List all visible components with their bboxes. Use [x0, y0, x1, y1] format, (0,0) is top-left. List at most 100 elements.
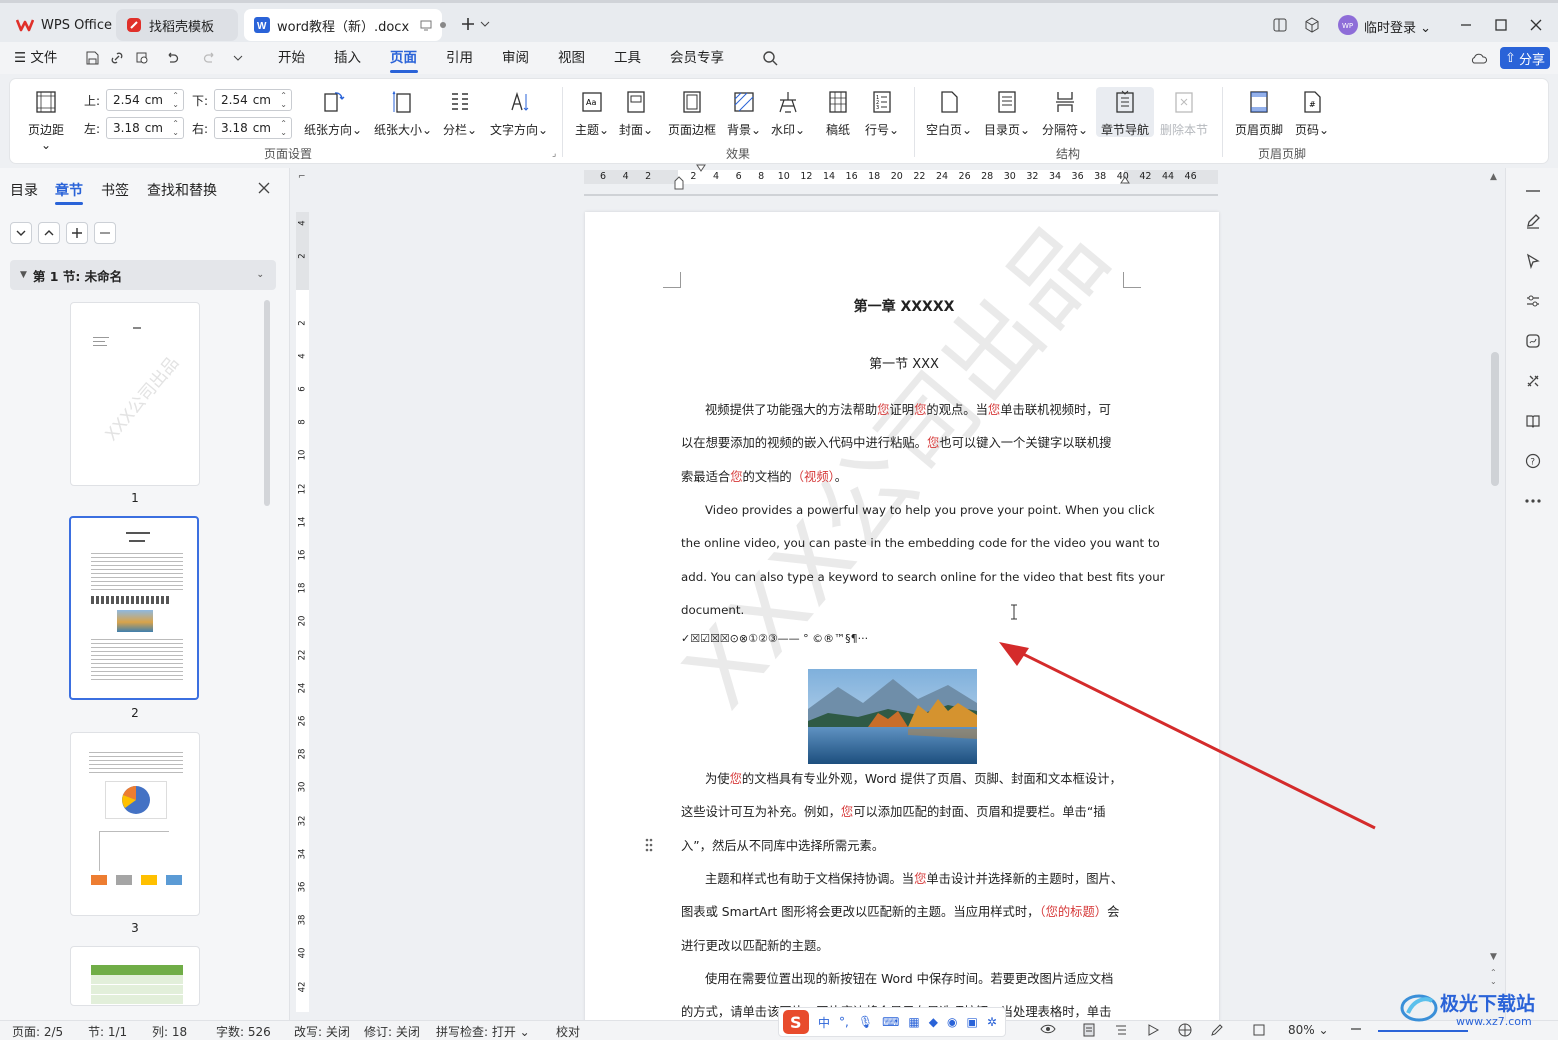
margin-right-field[interactable]: 右: 3.18 cm ⌃ ⌄ [192, 117, 292, 139]
margins-button[interactable]: 页边距 ⌄ [22, 89, 70, 152]
cloud-icon[interactable] [1467, 46, 1491, 70]
toc-page-button[interactable]: 目录页⌄ [980, 89, 1034, 138]
cube-icon[interactable] [1300, 13, 1324, 37]
more-icon[interactable] [1520, 488, 1546, 514]
ruler-corner[interactable]: ⌐ [298, 172, 306, 182]
menu-tools[interactable]: 工具 [614, 42, 641, 74]
paper-size-button[interactable]: 纸张大小⌄ [372, 89, 434, 138]
chevron-down-icon[interactable]: ⌄ [256, 270, 264, 280]
search-icon[interactable] [758, 46, 782, 70]
page-view-icon[interactable] [1082, 1023, 1096, 1037]
save-icon[interactable] [80, 46, 104, 70]
separator-button[interactable]: 分隔符⌄ [1038, 89, 1092, 138]
microphone-icon[interactable]: 🎙︎ [858, 1015, 873, 1029]
move-down-button[interactable] [10, 222, 32, 244]
header-footer-button[interactable]: 页眉页脚 [1232, 89, 1286, 138]
background-button[interactable]: 背景⌄ [724, 89, 764, 138]
menu-insert[interactable]: 插入 [334, 42, 361, 74]
handwriting-icon[interactable] [1520, 328, 1546, 354]
zoom-level[interactable]: 80% ⌄ [1288, 1023, 1329, 1037]
ime-tools-icon[interactable]: ✲ [987, 1015, 997, 1029]
menu-reference[interactable]: 引用 [446, 42, 473, 74]
ime-punctuation-icon[interactable]: °, [839, 1015, 849, 1029]
section-heading[interactable]: 第一节 XXX [681, 353, 1127, 372]
symbols-line[interactable]: ✓☒☑☒☒⊙⊗①②③—— ° ©®™§¶··· [681, 632, 868, 645]
collapse-icon[interactable] [1520, 178, 1546, 204]
tab-wps-office[interactable]: WPS Office [6, 9, 112, 41]
scroll-up-icon[interactable]: ▲ [1490, 172, 1497, 182]
tab-list-chevron-icon[interactable] [478, 12, 492, 36]
undo-icon[interactable] [160, 46, 184, 70]
margin-bottom-field[interactable]: 下: 2.54 cm ⌃ ⌄ [192, 89, 292, 111]
nav-tab-bookmarks[interactable]: 书签 [101, 180, 129, 200]
adjust-sliders-icon[interactable] [1520, 288, 1546, 314]
delete-section-button[interactable]: 删除本节 [1158, 89, 1210, 138]
tab-document[interactable]: W word教程（新）.docx [244, 9, 447, 41]
margin-top-field[interactable]: 上: 2.54 cm ⌃ ⌄ [84, 89, 184, 111]
status-section[interactable]: 节: 1/1 [88, 1023, 127, 1040]
left-indent-marker[interactable] [674, 176, 684, 190]
remove-section-button[interactable] [94, 222, 116, 244]
blank-page-button[interactable]: 空白页⌄ [922, 89, 976, 138]
menu-view[interactable]: 视图 [558, 42, 585, 74]
web-view-icon[interactable] [1178, 1023, 1192, 1037]
play-icon[interactable] [1146, 1023, 1160, 1037]
zoom-out-icon[interactable] [1350, 1023, 1362, 1035]
page-up-icon[interactable]: ⌃ ⌄ [1490, 968, 1497, 986]
dialog-launcher-icon[interactable]: ⌟ [552, 149, 556, 159]
share-button[interactable]: ⇧ 分享 [1500, 47, 1550, 69]
nav-tab-find-replace[interactable]: 查找和替换 [147, 180, 217, 200]
watermark-button[interactable]: 水印⌄ [768, 89, 808, 138]
menu-start[interactable]: 开始 [278, 42, 305, 74]
vertical-ruler[interactable]: 4 2 2 4 6 8 10 12 14 16 18 20 22 24 26 28 30 32 34 36 38 40 42 [296, 212, 309, 1012]
section-navigation-button[interactable]: 章节导航 [1096, 87, 1154, 137]
paragraph-1[interactable]: 视频提供了功能强大的方法帮助您证明您的观点。当您单击联机视频时，可 以在想要添加… [681, 394, 1127, 494]
orientation-button[interactable]: 纸张方向⌄ [302, 89, 364, 138]
page-thumbnail-4[interactable] [70, 946, 200, 1006]
columns-button[interactable]: 分栏⌄ [440, 89, 480, 138]
menu-review[interactable]: 审阅 [502, 42, 529, 74]
nav-scrollbar[interactable] [264, 300, 270, 506]
monitor-icon[interactable] [420, 20, 432, 31]
outline-view-icon[interactable] [1114, 1023, 1128, 1037]
status-overwrite[interactable]: 改写: 关闭 [294, 1023, 350, 1040]
paragraph-4[interactable]: 主题和样式也有助于文档保持协调。当您单击设计并选择新的主题时，图片、 图表或 S… [681, 863, 1127, 963]
ime-mode[interactable]: 中 [818, 1014, 830, 1031]
select-pointer-icon[interactable] [1520, 248, 1546, 274]
horizontal-ruler[interactable]: 6 4 2 2 4 6 8 10 12 14 16 18 20 22 24 26 28 30 32 34 36 38 40 4… [584, 164, 1218, 190]
line-number-button[interactable]: 1 2 3 行号⌄ [862, 89, 902, 138]
nav-tab-toc[interactable]: 目录 [10, 180, 38, 200]
print-preview-icon[interactable] [130, 46, 154, 70]
pen-icon[interactable] [1520, 208, 1546, 234]
page-thumbnail-2[interactable] [69, 516, 199, 700]
page-thumbnail-3[interactable] [70, 732, 200, 916]
tab-template[interactable]: 找稻壳模板 [116, 9, 238, 41]
manuscript-paper-button[interactable]: 稿纸 [818, 89, 858, 138]
minimize-icon[interactable] [1454, 13, 1478, 37]
new-tab-plus-icon[interactable] [456, 12, 480, 36]
avatar[interactable]: WP [1336, 13, 1360, 37]
nav-tab-sections[interactable]: 章节 [55, 180, 83, 200]
first-line-indent-marker[interactable] [696, 164, 706, 172]
login-label[interactable]: 临时登录 ⌄ [1364, 17, 1431, 36]
add-section-button[interactable] [66, 222, 88, 244]
help-icon[interactable]: ? [1520, 448, 1546, 474]
cover-button[interactable]: 封面⌄ [616, 89, 656, 138]
ime-table-icon[interactable]: ▦ [908, 1015, 919, 1029]
menu-membership[interactable]: 会员专享 [670, 42, 724, 74]
layout-icon[interactable] [1268, 13, 1292, 37]
book-icon[interactable] [1520, 408, 1546, 434]
maximize-icon[interactable] [1489, 13, 1513, 37]
text-direction-button[interactable]: 文字方向⌄ [488, 89, 550, 138]
keyboard-icon[interactable]: ⌨︎ [882, 1015, 899, 1029]
status-spellcheck[interactable]: 拼写检查: 打开 ⌄ [436, 1023, 530, 1040]
right-indent-marker[interactable] [1120, 176, 1130, 184]
paragraph-2[interactable]: Video provides a powerful way to help yo… [681, 494, 1165, 627]
status-proofread[interactable]: 校对 [556, 1023, 580, 1040]
status-page[interactable]: 页面: 2/5 [12, 1023, 63, 1040]
drag-handle-icon[interactable] [645, 838, 653, 852]
ime-toolbar[interactable]: S 中 °, 🎙︎ ⌨︎ ▦ ◆ ◉ ▣ ✲ [778, 1007, 1006, 1037]
tools-icon[interactable] [1520, 368, 1546, 394]
eye-icon[interactable] [1040, 1023, 1056, 1035]
margin-left-field[interactable]: 左: 3.18 cm ⌃ ⌄ [84, 117, 184, 139]
